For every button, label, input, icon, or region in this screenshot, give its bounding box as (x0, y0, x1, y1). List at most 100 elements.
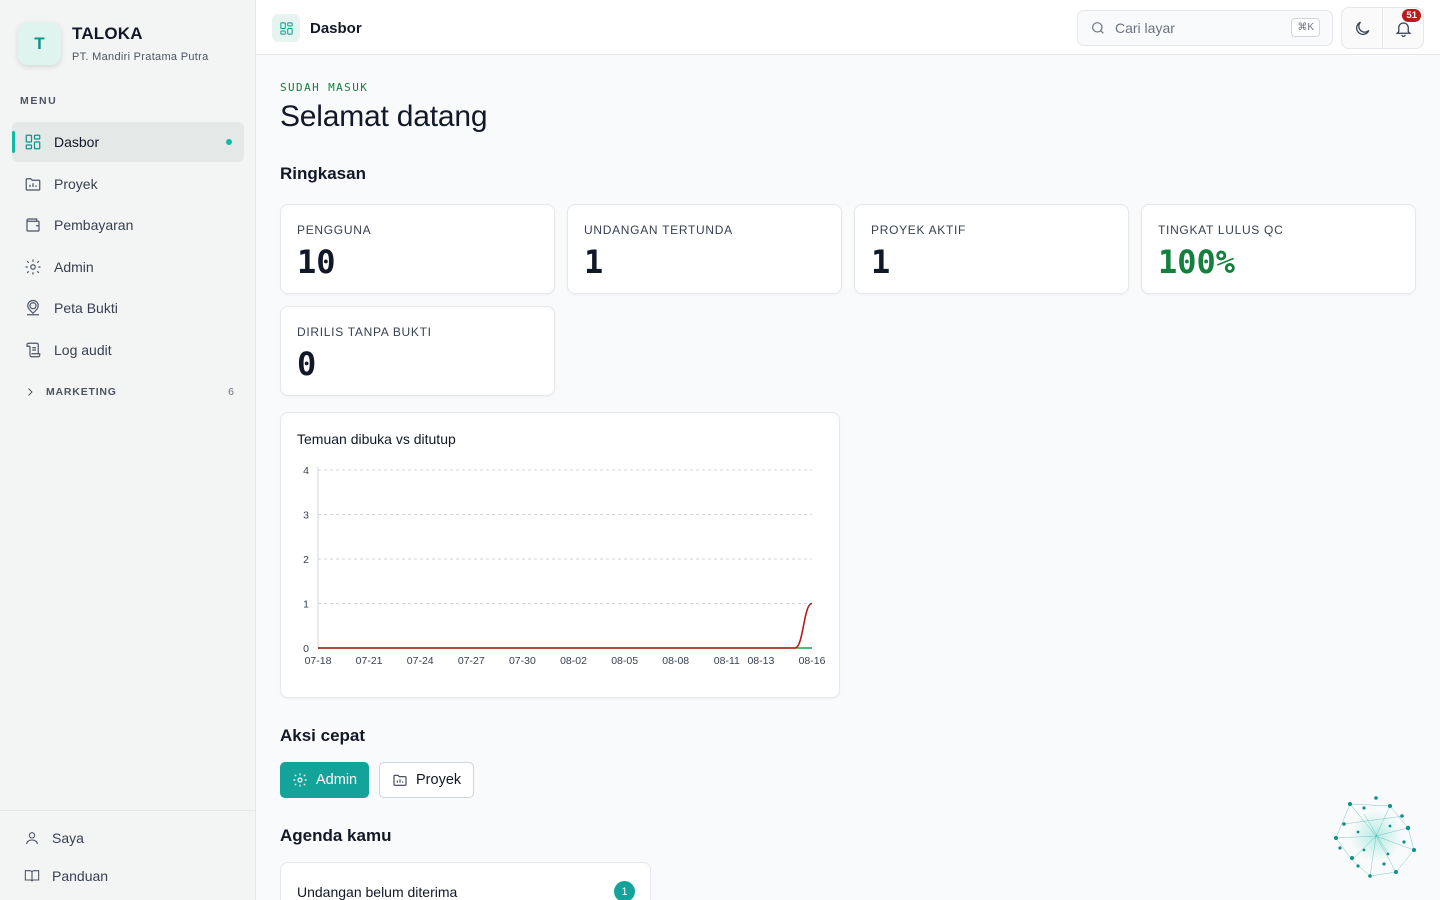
agenda-item[interactable]: Undangan belum diterima 1 (297, 881, 635, 900)
sidebar-nav: Dasbor Proyek Pembayaran Admin Peta Bukt… (12, 122, 244, 371)
sidebar-footer: Saya Panduan (0, 810, 256, 895)
user-icon (26, 832, 38, 845)
sidebar-item-label: Proyek (54, 175, 98, 192)
stat-label: UNDANGAN TERTUNDA (584, 223, 733, 237)
sidebar-item-label: Dasbor (54, 134, 100, 150)
x-tick-label: 07-18 (305, 655, 332, 667)
admin-button[interactable]: Admin (280, 762, 370, 798)
x-tick-label: 08-05 (611, 655, 638, 667)
notification-badge: 51 (1402, 9, 1421, 22)
agenda-title: Agenda kamu (280, 826, 392, 845)
page-title: Selamat datang (280, 100, 488, 133)
x-tick-label: 08-16 (799, 655, 826, 667)
sidebar-item-admin[interactable]: Admin (12, 247, 244, 287)
group-label: MARKETING (46, 386, 117, 398)
sidebar-item-label: Pembayaran (54, 217, 134, 233)
search-input[interactable] (1115, 20, 1285, 36)
active-indicator-dot (226, 139, 232, 145)
notifications-button[interactable]: 51 (1382, 8, 1423, 48)
book-icon (24, 870, 40, 882)
sidebar-item-panduan[interactable]: Panduan (0, 857, 256, 895)
quick-actions-title: Aksi cepat (280, 726, 366, 745)
x-tick-label: 08-08 (662, 655, 689, 667)
top-header: Dasbor ⌘K 51 (256, 0, 1440, 55)
stat-label: TINGKAT LULUS QC (1158, 223, 1284, 237)
findings-line-chart: 0 1 2 3 4 07-18 07-21 07-24 07-27 07-30 08-02 08-05… (303, 465, 826, 667)
sidebar-item-label: Panduan (52, 868, 109, 884)
stat-card-tingkat-lulus-qc[interactable]: TINGKAT LULUS QC 100% (1141, 204, 1416, 294)
sidebar: T TALOKA PT. Mandiri Pratama Putra MENU … (0, 0, 256, 900)
stat-card-pengguna[interactable]: PENGGUNA 10 (280, 204, 555, 294)
status-eyebrow: SUDAH MASUK (280, 81, 369, 94)
stat-card-undangan-tertunda[interactable]: UNDANGAN TERTUNDA 1 (567, 204, 842, 294)
x-tick-label: 07-27 (458, 655, 485, 667)
agenda-item-label: Undangan belum diterima (297, 883, 458, 900)
y-tick-label: 4 (303, 465, 309, 477)
sidebar-item-pembayaran[interactable]: Pembayaran (12, 205, 244, 245)
sidebar-item-peta-bukti[interactable]: Peta Bukti (12, 288, 244, 328)
gear-icon (293, 773, 307, 787)
x-tick-label: 08-02 (560, 655, 587, 667)
sidebar-item-label: Admin (54, 258, 94, 275)
header-title: Dasbor (310, 19, 362, 37)
folder-icon (393, 774, 407, 786)
page-breadcrumb: Dasbor (272, 14, 362, 42)
proyek-button[interactable]: Proyek (379, 762, 475, 798)
search-icon (1092, 22, 1104, 34)
brand[interactable]: T TALOKA PT. Mandiri Pratama Putra (18, 22, 209, 65)
header-actions: 51 (1341, 7, 1424, 49)
y-tick-label: 2 (303, 554, 309, 566)
y-tick-label: 0 (303, 643, 309, 655)
sidebar-item-label: Peta Bukti (54, 300, 118, 316)
stat-label: PENGGUNA (297, 223, 372, 237)
stat-card-dirilis-tanpa-bukti[interactable]: DIRILIS TANPA BUKTI 0 (280, 306, 555, 396)
sidebar-item-proyek[interactable]: Proyek (12, 164, 244, 204)
scroll-icon (24, 341, 42, 359)
group-count: 6 (228, 386, 234, 398)
button-label: Proyek (416, 772, 462, 788)
dashboard-icon (24, 133, 42, 151)
sidebar-item-label: Log audit (54, 341, 112, 358)
stat-value: 10 (297, 243, 336, 281)
x-tick-label: 07-21 (356, 655, 383, 667)
search-box[interactable]: ⌘K (1077, 10, 1333, 46)
x-tick-label: 08-13 (747, 655, 774, 667)
chevron-right-icon (28, 388, 33, 396)
stat-card-proyek-aktif[interactable]: PROYEK AKTIF 1 (854, 204, 1129, 294)
x-tick-label: 08-11 (714, 655, 740, 667)
menu-label: MENU (20, 95, 58, 107)
stat-value: 1 (871, 243, 891, 281)
x-tick-label: 07-30 (509, 655, 536, 667)
dashboard-icon (272, 14, 300, 42)
chart-card: Temuan dibuka vs ditutup 0 1 2 3 4 07-18 07-21… (280, 412, 840, 698)
y-tick-label: 1 (303, 599, 309, 611)
sidebar-item-label: Saya (52, 830, 84, 846)
wallet-icon (24, 216, 42, 234)
moon-icon (1355, 21, 1369, 35)
stat-value: 100% (1158, 243, 1236, 281)
button-label: Admin (316, 772, 358, 788)
summary-title: Ringkasan (280, 164, 366, 183)
network-decoration-icon (1334, 796, 1416, 878)
folder-icon (24, 175, 42, 193)
stat-value: 1 (584, 243, 604, 281)
sidebar-item-dasbor[interactable]: Dasbor (12, 122, 244, 162)
map-pin-user-icon (24, 299, 42, 317)
sidebar-group-marketing[interactable]: MARKETING 6 (24, 386, 234, 398)
sidebar-item-log-audit[interactable]: Log audit (12, 330, 244, 370)
stat-value: 0 (297, 345, 317, 383)
brand-name: TALOKA (72, 24, 143, 43)
sidebar-item-saya[interactable]: Saya (0, 819, 256, 857)
agenda-card: Undangan belum diterima 1 (280, 862, 651, 900)
search-shortcut: ⌘K (1291, 18, 1320, 37)
stat-label: PROYEK AKTIF (871, 223, 967, 237)
agenda-count-badge: 1 (614, 881, 635, 900)
theme-toggle-button[interactable] (1342, 8, 1382, 48)
series-line-opened (318, 602, 813, 649)
brand-subtitle: PT. Mandiri Pratama Putra (72, 51, 209, 63)
x-tick-label: 07-24 (407, 655, 434, 667)
y-tick-label: 3 (303, 510, 309, 522)
stat-label: DIRILIS TANPA BUKTI (297, 325, 432, 339)
brand-logo: T (18, 22, 61, 65)
gear-icon (24, 258, 42, 276)
